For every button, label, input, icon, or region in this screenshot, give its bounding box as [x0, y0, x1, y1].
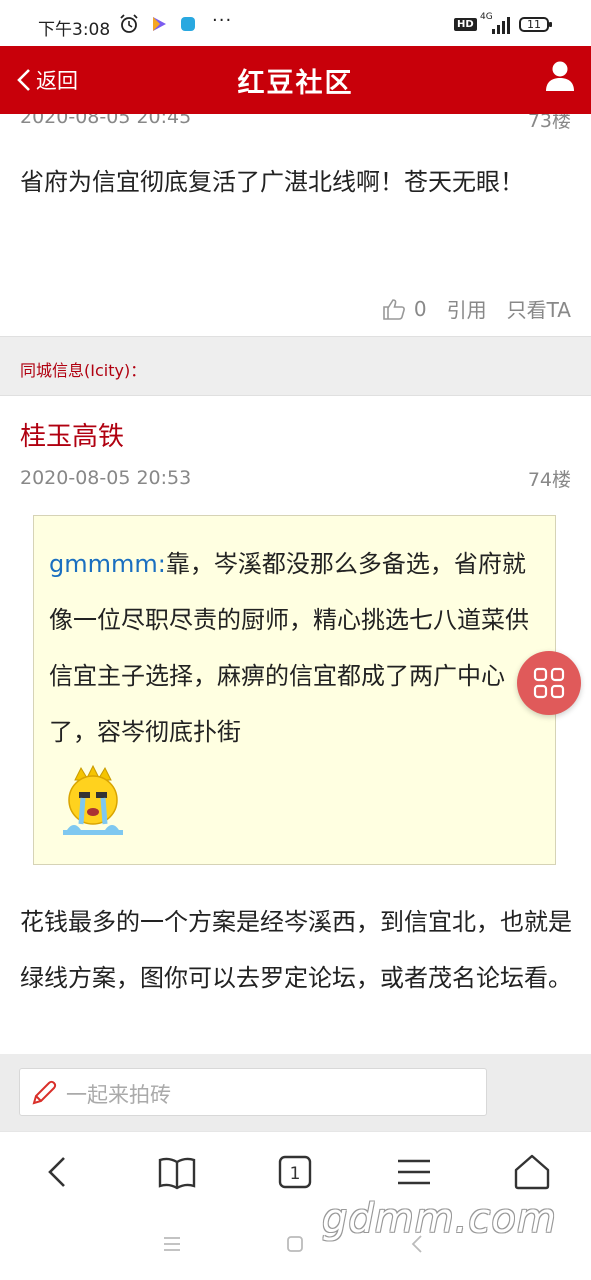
floating-menu-button[interactable] — [517, 651, 581, 715]
tabs-button[interactable]: 1 — [275, 1152, 315, 1192]
quote-content: gmmmm:靠，岑溪都没那么多备选，省府就像一位尽职尽责的厨师，精心挑选七八道菜… — [49, 536, 544, 760]
battery-icon: 11 — [519, 17, 552, 32]
app-header: 返回 红豆社区 — [0, 46, 591, 114]
menu-icon — [398, 1159, 430, 1185]
post-actions: 0 引用 只看TA — [382, 294, 571, 323]
user-icon[interactable] — [545, 60, 575, 92]
reply-input[interactable]: 一起来拍砖 — [19, 1068, 487, 1116]
hd-badge: HD — [454, 18, 477, 31]
post-floor: 74楼 — [527, 469, 571, 491]
like-button[interactable]: 0 — [382, 297, 427, 321]
home-nav-icon[interactable] — [283, 1232, 307, 1256]
crying-emoji-icon — [63, 764, 123, 835]
video-app-icon — [153, 17, 166, 31]
alarm-icon — [120, 14, 138, 33]
tab-count: 1 — [290, 1164, 301, 1184]
quote-text: 靠，岑溪都没那么多备选，省府就像一位尽职尽责的厨师，精心挑选七八道菜供信宜主子选… — [49, 550, 529, 746]
reply-bar: 一起来拍砖 — [0, 1054, 591, 1131]
post-author[interactable]: 桂玉高铁 — [20, 416, 124, 453]
only-author-button[interactable]: 只看TA — [507, 294, 571, 323]
post-floor: 73楼 — [527, 114, 571, 132]
app-notification-icon — [181, 17, 195, 31]
tabs-icon: 1 — [278, 1155, 312, 1189]
reply-placeholder: 一起来拍砖 — [66, 1083, 171, 1107]
thread-content: 2020-08-05 20:45 73楼 省府为信宜彻底复活了广湛北线啊！苍天无… — [0, 114, 591, 1054]
post-text: 花钱最多的一个方案是经岑溪西，到信宜北，也就是绿线方案，图你可以去罗定论坛，或者… — [20, 908, 572, 992]
home-button[interactable] — [512, 1152, 552, 1192]
back-icon — [48, 1157, 65, 1187]
home-icon — [514, 1154, 550, 1190]
status-time: 下午3:08 — [38, 20, 111, 40]
post-timestamp: 2020-08-05 20:53 — [20, 467, 192, 489]
menu-button[interactable] — [394, 1152, 434, 1192]
post-text: 省府为信宜彻底复活了广湛北线啊！苍天无眼！ — [20, 168, 524, 196]
quote-block: gmmmm:靠，岑溪都没那么多备选，省府就像一位尽职尽责的厨师，精心挑选七八道菜… — [33, 515, 556, 865]
bookmarks-button[interactable] — [157, 1152, 197, 1192]
quote-button[interactable]: 引用 — [447, 294, 487, 323]
thumbs-up-icon — [383, 298, 405, 320]
post-timestamp: 2020-08-05 20:45 — [20, 114, 192, 128]
browser-back-button[interactable] — [38, 1152, 78, 1192]
more-notifications-icon: ··· — [212, 10, 233, 31]
status-bar: 下午3:08 ··· HD 4G 11 — [0, 0, 591, 46]
quote-author[interactable]: gmmmm: — [49, 550, 166, 578]
post-source: 同城信息(Icity)： — [20, 361, 147, 380]
recent-apps-icon[interactable] — [160, 1232, 184, 1256]
book-icon — [158, 1157, 196, 1190]
signal-icon — [492, 17, 510, 34]
like-count: 0 — [413, 296, 427, 321]
watermark: gdmm.com — [322, 1196, 557, 1242]
page-title: 红豆社区 — [237, 68, 354, 99]
grid-icon — [533, 667, 565, 699]
pencil-icon — [32, 1080, 57, 1105]
post-source-band: 同城信息(Icity)： — [0, 336, 591, 396]
